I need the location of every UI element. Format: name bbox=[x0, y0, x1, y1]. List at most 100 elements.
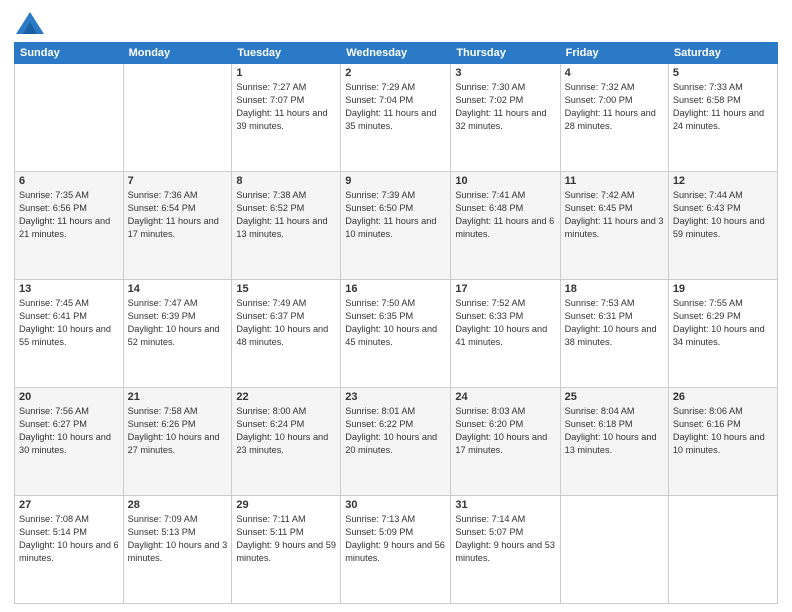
day-info: Sunrise: 7:56 AM Sunset: 6:27 PM Dayligh… bbox=[19, 405, 119, 457]
day-cell: 22Sunrise: 8:00 AM Sunset: 6:24 PM Dayli… bbox=[232, 388, 341, 496]
day-info: Sunrise: 7:44 AM Sunset: 6:43 PM Dayligh… bbox=[673, 189, 773, 241]
day-number: 23 bbox=[345, 391, 446, 403]
day-cell: 26 Sunrise: 8:06 AM Sunset: 6:16 PM Dayli… bbox=[668, 388, 777, 496]
day-info: Sunrise: 7:38 AM Sunset: 6:52 PM Dayligh… bbox=[236, 189, 336, 241]
day-number: 6 bbox=[19, 175, 119, 187]
day-cell: 2 Sunrise: 7:29 AM Sunset: 7:04 PM Daylig… bbox=[341, 64, 451, 172]
day-cell bbox=[668, 496, 777, 604]
day-info: Sunrise: 7:45 AM Sunset: 6:41 PM Dayligh… bbox=[19, 297, 119, 349]
day-info: Sunrise: 7:11 AM Sunset: 5:11 PM Dayligh… bbox=[236, 513, 336, 565]
day-number: 17 bbox=[455, 283, 555, 295]
page: SundayMondayTuesdayWednesdayThursdayFrid… bbox=[0, 0, 792, 612]
day-cell: 21Sunrise: 7:58 AM Sunset: 6:26 PM Dayli… bbox=[123, 388, 232, 496]
day-number: 15 bbox=[236, 283, 336, 295]
day-info: Sunrise: 7:33 AM Sunset: 6:58 PM Dayligh… bbox=[673, 81, 773, 133]
weekday-tuesday: Tuesday bbox=[232, 43, 341, 64]
day-number: 20 bbox=[19, 391, 119, 403]
day-info: Sunrise: 7:08 AM Sunset: 5:14 PM Dayligh… bbox=[19, 513, 119, 565]
day-cell: 3Sunrise: 7:30 AM Sunset: 7:02 PM Daylig… bbox=[451, 64, 560, 172]
day-info: Sunrise: 7:27 AM Sunset: 7:07 PM Dayligh… bbox=[236, 81, 336, 133]
day-cell: 30 Sunrise: 7:13 AM Sunset: 5:09 PM Dayli… bbox=[341, 496, 451, 604]
day-number: 4 bbox=[565, 67, 664, 79]
day-cell: 25Sunrise: 8:04 AM Sunset: 6:18 PM Dayli… bbox=[560, 388, 668, 496]
day-number: 9 bbox=[345, 175, 446, 187]
day-cell bbox=[15, 64, 124, 172]
day-number: 19 bbox=[673, 283, 773, 295]
day-cell bbox=[560, 496, 668, 604]
day-number: 29 bbox=[236, 499, 336, 511]
day-number: 24 bbox=[455, 391, 555, 403]
calendar-table: SundayMondayTuesdayWednesdayThursdayFrid… bbox=[14, 42, 778, 604]
day-cell: 11 Sunrise: 7:42 AM Sunset: 6:45 PM Dayli… bbox=[560, 172, 668, 280]
day-info: Sunrise: 7:50 AM Sunset: 6:35 PM Dayligh… bbox=[345, 297, 446, 349]
week-row-5: 27 Sunrise: 7:08 AM Sunset: 5:14 PM Dayli… bbox=[15, 496, 778, 604]
day-info: Sunrise: 7:09 AM Sunset: 5:13 PM Dayligh… bbox=[128, 513, 228, 565]
day-info: Sunrise: 7:32 AM Sunset: 7:00 PM Dayligh… bbox=[565, 81, 664, 133]
weekday-thursday: Thursday bbox=[451, 43, 560, 64]
day-info: Sunrise: 7:47 AM Sunset: 6:39 PM Dayligh… bbox=[128, 297, 228, 349]
day-cell: 10 Sunrise: 7:41 AM Sunset: 6:48 PM Dayli… bbox=[451, 172, 560, 280]
day-number: 18 bbox=[565, 283, 664, 295]
header bbox=[14, 12, 778, 34]
weekday-monday: Monday bbox=[123, 43, 232, 64]
day-cell: 14Sunrise: 7:47 AM Sunset: 6:39 PM Dayli… bbox=[123, 280, 232, 388]
day-number: 25 bbox=[565, 391, 664, 403]
day-info: Sunrise: 7:42 AM Sunset: 6:45 PM Dayligh… bbox=[565, 189, 664, 241]
weekday-saturday: Saturday bbox=[668, 43, 777, 64]
day-cell: 8 Sunrise: 7:38 AM Sunset: 6:52 PM Daylig… bbox=[232, 172, 341, 280]
week-row-2: 6 Sunrise: 7:35 AM Sunset: 6:56 PM Daylig… bbox=[15, 172, 778, 280]
day-number: 16 bbox=[345, 283, 446, 295]
day-number: 11 bbox=[565, 175, 664, 187]
day-number: 22 bbox=[236, 391, 336, 403]
day-cell: 29 Sunrise: 7:11 AM Sunset: 5:11 PM Dayli… bbox=[232, 496, 341, 604]
day-cell: 1 Sunrise: 7:27 AM Sunset: 7:07 PM Daylig… bbox=[232, 64, 341, 172]
day-number: 1 bbox=[236, 67, 336, 79]
day-cell: 19 Sunrise: 7:55 AM Sunset: 6:29 PM Dayli… bbox=[668, 280, 777, 388]
day-cell: 7 Sunrise: 7:36 AM Sunset: 6:54 PM Daylig… bbox=[123, 172, 232, 280]
day-number: 7 bbox=[128, 175, 228, 187]
day-info: Sunrise: 7:41 AM Sunset: 6:48 PM Dayligh… bbox=[455, 189, 555, 241]
day-info: Sunrise: 7:55 AM Sunset: 6:29 PM Dayligh… bbox=[673, 297, 773, 349]
day-number: 21 bbox=[128, 391, 228, 403]
day-number: 28 bbox=[128, 499, 228, 511]
day-info: Sunrise: 7:35 AM Sunset: 6:56 PM Dayligh… bbox=[19, 189, 119, 241]
day-cell: 16 Sunrise: 7:50 AM Sunset: 6:35 PM Dayli… bbox=[341, 280, 451, 388]
day-info: Sunrise: 8:01 AM Sunset: 6:22 PM Dayligh… bbox=[345, 405, 446, 457]
day-cell: 17 Sunrise: 7:52 AM Sunset: 6:33 PM Dayli… bbox=[451, 280, 560, 388]
day-info: Sunrise: 7:52 AM Sunset: 6:33 PM Dayligh… bbox=[455, 297, 555, 349]
day-number: 30 bbox=[345, 499, 446, 511]
day-cell: 15Sunrise: 7:49 AM Sunset: 6:37 PM Dayli… bbox=[232, 280, 341, 388]
day-info: Sunrise: 7:39 AM Sunset: 6:50 PM Dayligh… bbox=[345, 189, 446, 241]
logo-icon bbox=[16, 12, 44, 34]
day-number: 2 bbox=[345, 67, 446, 79]
day-info: Sunrise: 8:06 AM Sunset: 6:16 PM Dayligh… bbox=[673, 405, 773, 457]
day-number: 27 bbox=[19, 499, 119, 511]
weekday-friday: Friday bbox=[560, 43, 668, 64]
week-row-1: 1 Sunrise: 7:27 AM Sunset: 7:07 PM Daylig… bbox=[15, 64, 778, 172]
day-cell: 18 Sunrise: 7:53 AM Sunset: 6:31 PM Dayli… bbox=[560, 280, 668, 388]
logo bbox=[14, 12, 44, 34]
week-row-3: 13 Sunrise: 7:45 AM Sunset: 6:41 PM Dayli… bbox=[15, 280, 778, 388]
day-info: Sunrise: 7:53 AM Sunset: 6:31 PM Dayligh… bbox=[565, 297, 664, 349]
day-number: 8 bbox=[236, 175, 336, 187]
day-number: 10 bbox=[455, 175, 555, 187]
day-number: 13 bbox=[19, 283, 119, 295]
day-cell bbox=[123, 64, 232, 172]
day-info: Sunrise: 7:13 AM Sunset: 5:09 PM Dayligh… bbox=[345, 513, 446, 565]
day-info: Sunrise: 7:14 AM Sunset: 5:07 PM Dayligh… bbox=[455, 513, 555, 565]
day-cell: 20 Sunrise: 7:56 AM Sunset: 6:27 PM Dayli… bbox=[15, 388, 124, 496]
day-info: Sunrise: 7:36 AM Sunset: 6:54 PM Dayligh… bbox=[128, 189, 228, 241]
day-number: 5 bbox=[673, 67, 773, 79]
weekday-wednesday: Wednesday bbox=[341, 43, 451, 64]
day-number: 26 bbox=[673, 391, 773, 403]
day-info: Sunrise: 8:03 AM Sunset: 6:20 PM Dayligh… bbox=[455, 405, 555, 457]
day-cell: 31Sunrise: 7:14 AM Sunset: 5:07 PM Dayli… bbox=[451, 496, 560, 604]
day-cell: 12 Sunrise: 7:44 AM Sunset: 6:43 PM Dayli… bbox=[668, 172, 777, 280]
day-info: Sunrise: 7:29 AM Sunset: 7:04 PM Dayligh… bbox=[345, 81, 446, 133]
day-cell: 27 Sunrise: 7:08 AM Sunset: 5:14 PM Dayli… bbox=[15, 496, 124, 604]
day-number: 12 bbox=[673, 175, 773, 187]
day-cell: 24 Sunrise: 8:03 AM Sunset: 6:20 PM Dayli… bbox=[451, 388, 560, 496]
weekday-sunday: Sunday bbox=[15, 43, 124, 64]
day-cell: 6 Sunrise: 7:35 AM Sunset: 6:56 PM Daylig… bbox=[15, 172, 124, 280]
day-number: 3 bbox=[455, 67, 555, 79]
